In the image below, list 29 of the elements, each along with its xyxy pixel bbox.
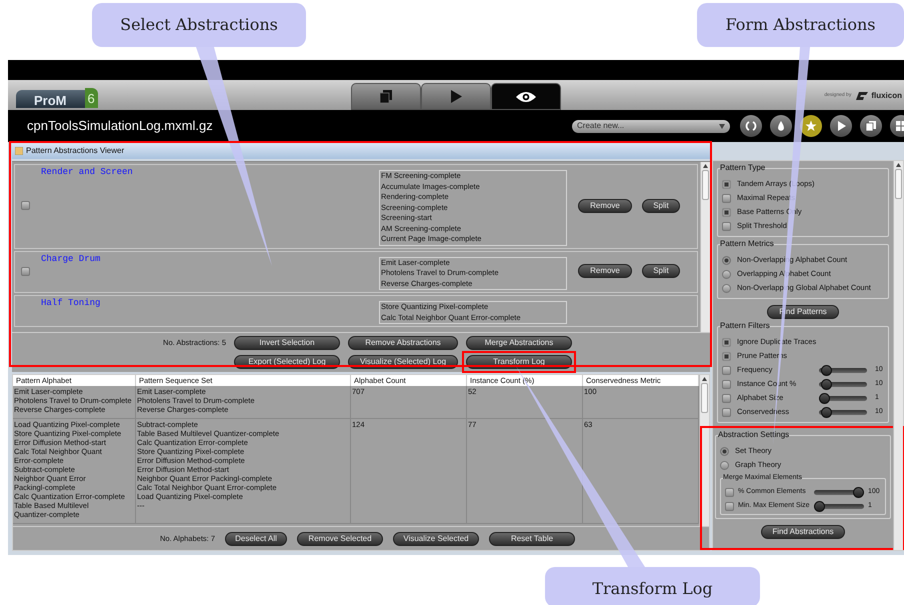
- action-button[interactable]: Deselect All: [225, 532, 287, 546]
- action-button[interactable]: Merge Abstractions: [466, 336, 572, 350]
- action-button[interactable]: Visualize Selected: [393, 532, 479, 546]
- group-title: Pattern Metrics: [720, 239, 774, 249]
- abstraction-name: Half Toning: [40, 297, 102, 309]
- logo-text: ProM: [16, 90, 84, 108]
- abstraction-name: Charge Drum: [40, 252, 102, 264]
- viewer-title: Pattern Abstractions Viewer: [26, 144, 124, 156]
- action-button[interactable]: Find Abstractions: [761, 525, 845, 539]
- action-button[interactable]: Remove: [578, 198, 632, 213]
- action-button[interactable]: Remove: [578, 264, 632, 278]
- brand-text: fluxicon: [871, 90, 902, 102]
- action-button[interactable]: Remove Selected: [297, 532, 383, 546]
- callout-label: Form Abstractions: [697, 3, 904, 47]
- action-button[interactable]: Split: [642, 264, 680, 278]
- action-button[interactable]: Remove Abstractions: [348, 336, 458, 350]
- abstraction-name: Render and Screen: [40, 166, 134, 178]
- logo-version: 6: [84, 88, 98, 108]
- action-button[interactable]: Reset Table: [489, 532, 575, 546]
- group-title: Pattern Type: [720, 163, 766, 173]
- action-button[interactable]: Invert Selection: [234, 336, 340, 350]
- create-dropdown[interactable]: Create new...: [572, 120, 730, 132]
- action-button[interactable]: Split: [642, 198, 680, 213]
- callout-label: Select Abstractions: [92, 3, 306, 47]
- dropdown-placeholder: Create new...: [577, 120, 624, 132]
- group-title: Abstraction Settings: [718, 430, 790, 440]
- group-title: Pattern Filters: [720, 321, 770, 331]
- file-title: cpnToolsSimulationLog.mxml.gz: [27, 117, 213, 136]
- callout-label: Transform Log: [545, 567, 760, 605]
